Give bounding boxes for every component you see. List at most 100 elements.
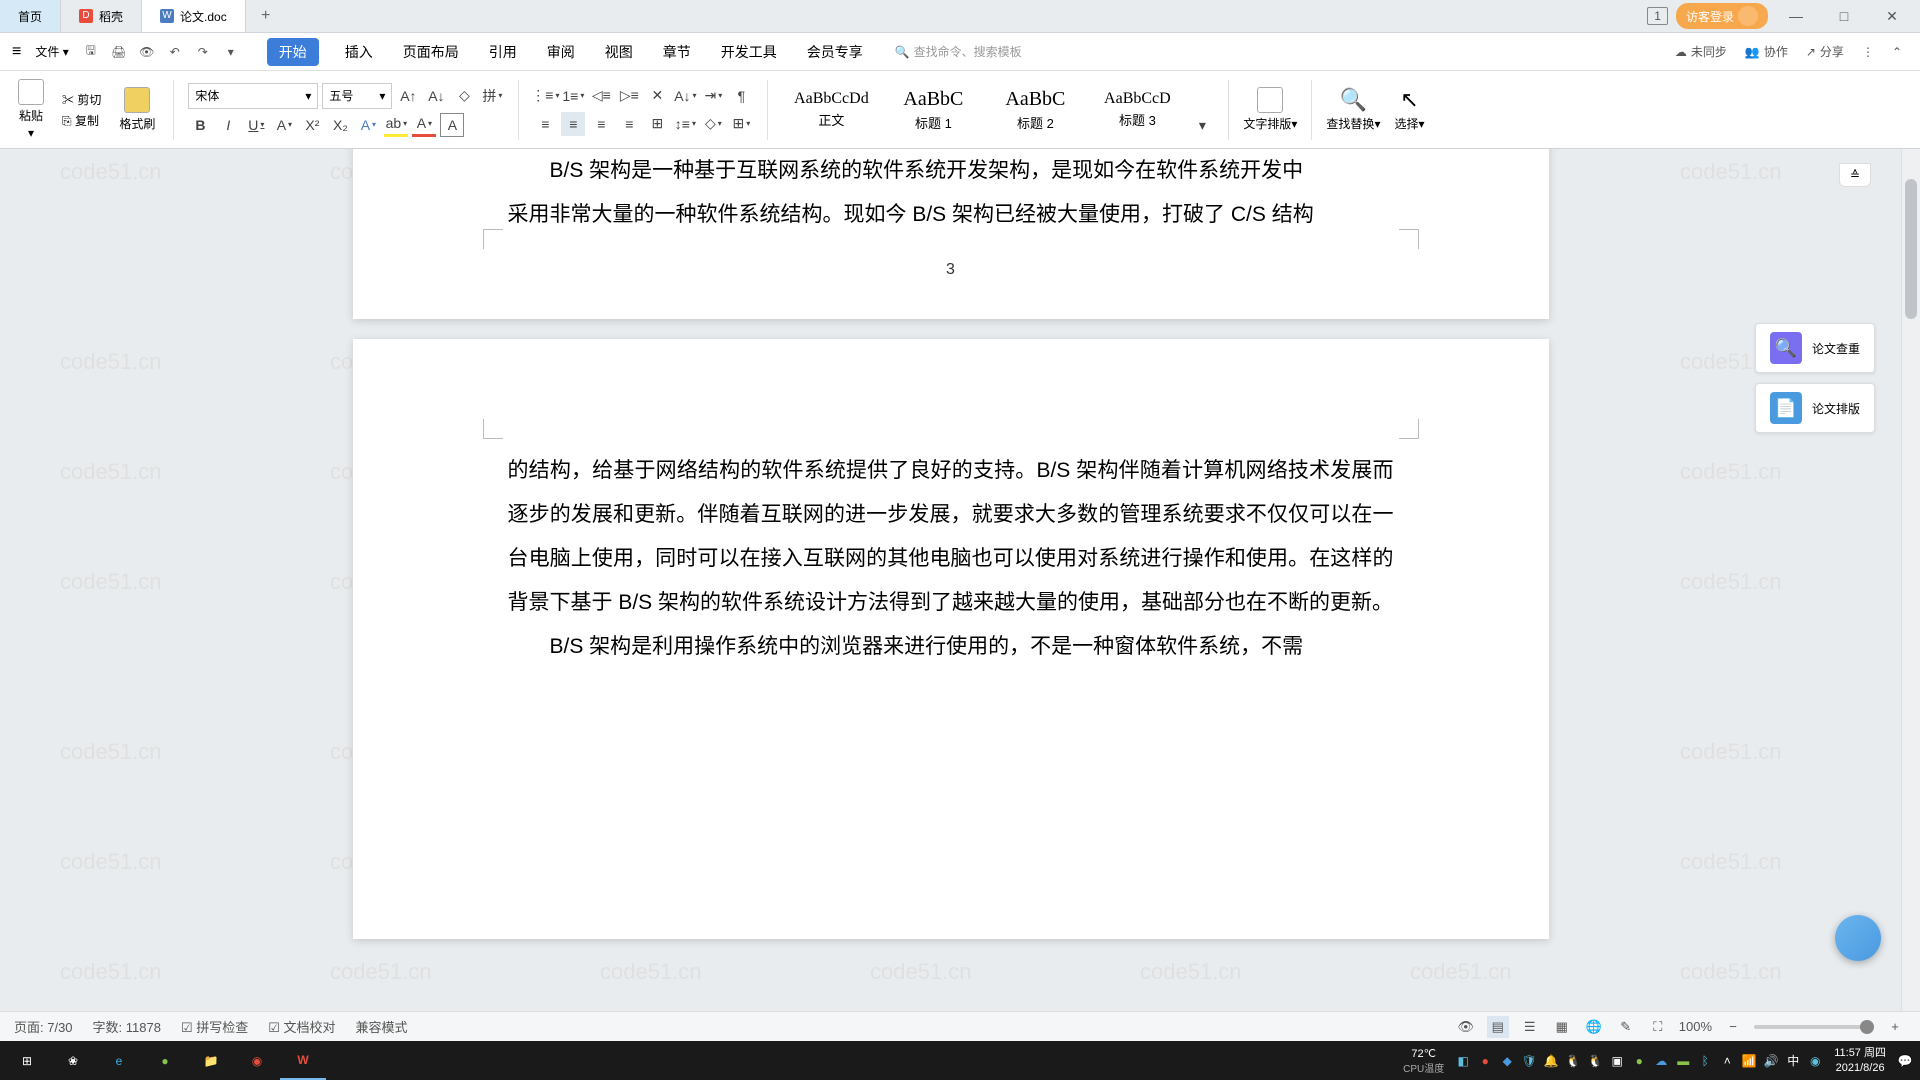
- format-brush-button[interactable]: 格式刷: [115, 87, 159, 132]
- wifi-icon[interactable]: 📶: [1739, 1051, 1759, 1071]
- spell-check-status[interactable]: ☑ 拼写检查: [181, 1017, 248, 1036]
- command-search[interactable]: 🔍 查找命令、搜索模板: [895, 43, 1022, 60]
- menu-tab-start[interactable]: 开始: [267, 38, 319, 66]
- menu-tab-reference[interactable]: 引用: [485, 38, 521, 66]
- tab-docell[interactable]: D稻壳: [61, 0, 142, 32]
- border-icon[interactable]: ⊞: [729, 112, 753, 136]
- increase-font-icon[interactable]: A↑: [396, 84, 420, 108]
- notifications-icon[interactable]: 🔔: [1541, 1051, 1561, 1071]
- sort-icon[interactable]: A↓: [673, 84, 697, 108]
- more-icon[interactable]: ⋮: [1862, 45, 1874, 59]
- menu-tab-devtools[interactable]: 开发工具: [717, 38, 781, 66]
- share-button[interactable]: ↗ 分享: [1806, 43, 1844, 60]
- preview-icon[interactable]: 👁: [135, 40, 159, 64]
- explorer-icon[interactable]: 📁: [188, 1041, 234, 1080]
- document-page[interactable]: 的结构，给基于网络结构的软件系统提供了良好的支持。B/S 架构伴随着计算机网络技…: [353, 339, 1549, 939]
- select-button[interactable]: ↖选择▾: [1390, 87, 1428, 132]
- document-text[interactable]: B/S 架构是一种基于互联网系统的软件系统开发架构，是现如今在软件系统开发中 采…: [353, 149, 1549, 277]
- start-menu-icon[interactable]: ⊞: [4, 1041, 50, 1080]
- font-family-select[interactable]: 宋体▾: [188, 83, 318, 109]
- proofread-status[interactable]: ☑ 文档校对: [268, 1017, 335, 1036]
- zoom-slider[interactable]: [1754, 1025, 1874, 1029]
- globe-icon[interactable]: 🌐: [1583, 1016, 1605, 1038]
- collapse-ribbon-icon[interactable]: ⌃: [1892, 45, 1902, 59]
- vertical-scrollbar[interactable]: [1901, 149, 1920, 1011]
- notification-badge[interactable]: 1: [1647, 7, 1668, 25]
- reading-mode-icon[interactable]: 👁: [1455, 1016, 1477, 1038]
- style-heading1[interactable]: AaBbC标题 1: [884, 82, 982, 138]
- paste-button[interactable]: 粘贴▾: [14, 79, 48, 140]
- maximize-button[interactable]: □: [1824, 8, 1864, 24]
- file-menu[interactable]: 文件 ▾: [29, 43, 74, 60]
- tab-document[interactable]: W论文.doc: [142, 0, 246, 32]
- guest-login-button[interactable]: 访客登录: [1676, 3, 1768, 29]
- close-button[interactable]: ✕: [1872, 8, 1912, 25]
- sync-status[interactable]: ☁ 未同步: [1675, 43, 1727, 60]
- assistant-float-button[interactable]: [1835, 915, 1881, 961]
- menu-tab-insert[interactable]: 插入: [341, 38, 377, 66]
- align-center-icon[interactable]: ≡: [561, 112, 585, 136]
- quick-dropdown[interactable]: ▾: [219, 40, 243, 64]
- superscript-button[interactable]: X²: [300, 113, 324, 137]
- bold-button[interactable]: B: [188, 113, 212, 137]
- system-clock[interactable]: 11:57 周四 2021/8/26: [1826, 1046, 1894, 1075]
- document-page[interactable]: B/S 架构是一种基于互联网系统的软件系统开发架构，是现如今在软件系统开发中 采…: [353, 149, 1549, 319]
- tray-icon[interactable]: ◉: [1805, 1051, 1825, 1071]
- tray-icon[interactable]: ◧: [1453, 1051, 1473, 1071]
- text-effect-icon[interactable]: A: [356, 113, 380, 137]
- hamburger-menu[interactable]: ≡: [8, 43, 25, 61]
- collaborate-button[interactable]: 👥 协作: [1745, 43, 1788, 60]
- styles-more-icon[interactable]: ▾: [1190, 114, 1214, 138]
- font-size-select[interactable]: 五号▾: [322, 83, 392, 109]
- bullet-list-icon[interactable]: ⋮≡: [533, 84, 557, 108]
- page-view-icon[interactable]: ▤: [1487, 1016, 1509, 1038]
- tray-icon[interactable]: 🐧: [1585, 1051, 1605, 1071]
- style-heading3[interactable]: AaBbCcD标题 3: [1088, 82, 1186, 138]
- tray-icon[interactable]: ●: [1475, 1051, 1495, 1071]
- font-color-icon[interactable]: A: [412, 113, 436, 137]
- tray-icon[interactable]: ☁: [1651, 1051, 1671, 1071]
- word-count-status[interactable]: 字数: 11878: [93, 1017, 161, 1036]
- tray-icon[interactable]: ▬: [1673, 1051, 1693, 1071]
- show-marks-icon[interactable]: ¶: [729, 84, 753, 108]
- number-list-icon[interactable]: 1≡: [561, 84, 585, 108]
- menu-tab-pagelayout[interactable]: 页面布局: [399, 38, 463, 66]
- copy-button[interactable]: ⎘ 复制: [62, 112, 99, 129]
- app-icon[interactable]: ❀: [50, 1041, 96, 1080]
- shading-icon[interactable]: ◇: [701, 112, 725, 136]
- action-center-icon[interactable]: 💬: [1895, 1051, 1915, 1071]
- new-tab-button[interactable]: +: [246, 0, 286, 32]
- phonetic-icon[interactable]: 拼: [480, 84, 504, 108]
- document-text[interactable]: 的结构，给基于网络结构的软件系统提供了良好的支持。B/S 架构伴随着计算机网络技…: [353, 339, 1549, 709]
- text-layout-button[interactable]: 文字排版▾: [1239, 87, 1301, 132]
- zoom-out-icon[interactable]: −: [1722, 1016, 1744, 1038]
- collapse-panel-button[interactable]: ≙: [1839, 163, 1871, 187]
- subscript-button[interactable]: X₂: [328, 113, 352, 137]
- plagiarism-check-button[interactable]: 🔍论文查重: [1755, 323, 1875, 373]
- edit-icon[interactable]: ✎: [1615, 1016, 1637, 1038]
- ie-icon[interactable]: e: [96, 1041, 142, 1080]
- strike-button[interactable]: A: [272, 113, 296, 137]
- tray-icon[interactable]: ●: [1629, 1051, 1649, 1071]
- page-count-status[interactable]: 页面: 7/30: [14, 1017, 73, 1036]
- scrollbar-thumb[interactable]: [1905, 179, 1917, 319]
- asian-layout-icon[interactable]: ✕: [645, 84, 669, 108]
- menu-tab-review[interactable]: 审阅: [543, 38, 579, 66]
- align-right-icon[interactable]: ≡: [589, 112, 613, 136]
- zoom-level[interactable]: 100%: [1679, 1019, 1712, 1034]
- style-normal[interactable]: AaBbCcDd正文: [782, 82, 880, 138]
- menu-tab-chapter[interactable]: 章节: [659, 38, 695, 66]
- zoom-in-icon[interactable]: +: [1884, 1016, 1906, 1038]
- cut-button[interactable]: ✂ 剪切: [62, 91, 101, 108]
- decrease-indent-icon[interactable]: ◁≡: [589, 84, 613, 108]
- tray-icon[interactable]: ▣: [1607, 1051, 1627, 1071]
- align-left-icon[interactable]: ≡: [533, 112, 557, 136]
- redo-icon[interactable]: ↷: [191, 40, 215, 64]
- align-justify-icon[interactable]: ≡: [617, 112, 641, 136]
- find-replace-button[interactable]: 🔍查找替换▾: [1322, 87, 1384, 132]
- tray-icon[interactable]: 🐧: [1563, 1051, 1583, 1071]
- increase-indent-icon[interactable]: ▷≡: [617, 84, 641, 108]
- wps-taskbar-icon[interactable]: W: [280, 1041, 326, 1080]
- char-border-icon[interactable]: A: [440, 113, 464, 137]
- save-icon[interactable]: 🖫: [79, 40, 103, 64]
